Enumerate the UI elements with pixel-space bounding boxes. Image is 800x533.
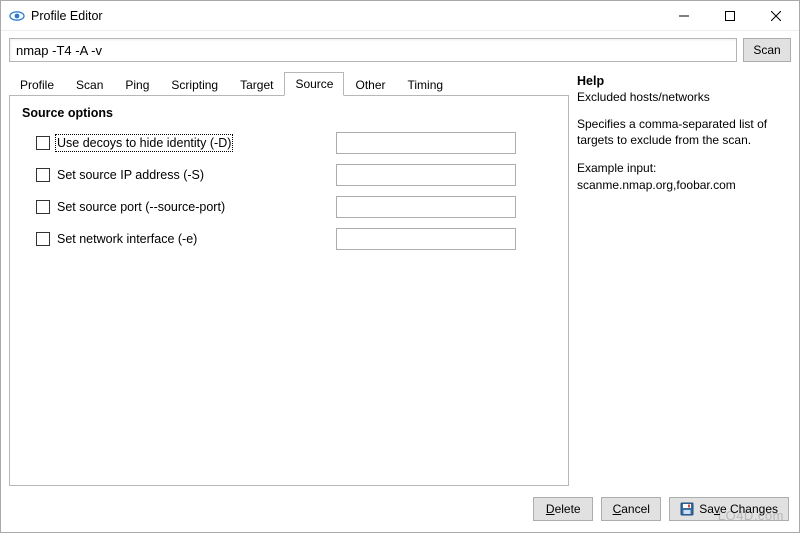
tab-timing[interactable]: Timing [397,73,455,96]
tab-scripting[interactable]: Scripting [160,73,229,96]
input-srcport[interactable] [336,196,516,218]
footer: Delete Cancel Save Changes [1,494,799,532]
left-column: Profile Scan Ping Scripting Target Sourc… [9,70,569,486]
help-example-label: Example input: [577,161,656,175]
checkbox-label-decoys[interactable]: Use decoys to hide identity (-D) [57,136,231,150]
option-row-srcport: Set source port (--source-port) [36,196,556,218]
tab-strip: Profile Scan Ping Scripting Target Sourc… [9,70,569,95]
close-button[interactable] [753,1,799,31]
tab-pane-source: Source options Use decoys to hide identi… [9,95,569,486]
option-row-srcip: Set source IP address (-S) [36,164,556,186]
input-iface[interactable] [336,228,516,250]
help-example-value: scanme.nmap.org,foobar.com [577,178,736,192]
save-icon [680,502,694,516]
option-row-decoys: Use decoys to hide identity (-D) [36,132,556,154]
titlebar: Profile Editor [1,1,799,31]
app-eye-icon [9,8,25,24]
help-description: Specifies a comma-separated list of targ… [577,116,791,148]
input-srcip[interactable] [336,164,516,186]
help-title: Help [577,74,791,88]
maximize-button[interactable] [707,1,753,31]
section-title: Source options [22,106,556,120]
save-button-label: Save Changes [699,502,778,516]
cancel-button-label: Cancel [613,502,650,516]
tab-scan[interactable]: Scan [65,73,114,96]
checkbox-label-srcport[interactable]: Set source port (--source-port) [57,200,225,214]
minimize-button[interactable] [661,1,707,31]
help-panel: Help Excluded hosts/networks Specifies a… [577,70,791,486]
profile-editor-window: Profile Editor Scan Profile Scan Ping S [0,0,800,533]
option-row-iface: Set network interface (-e) [36,228,556,250]
help-subtitle: Excluded hosts/networks [577,90,791,104]
scan-button[interactable]: Scan [743,38,791,62]
checkbox-srcport[interactable] [36,200,50,214]
save-changes-button[interactable]: Save Changes [669,497,789,521]
cancel-button[interactable]: Cancel [601,497,661,521]
command-input[interactable] [9,38,737,62]
body: Profile Scan Ping Scripting Target Sourc… [1,70,799,494]
scan-button-label: Scan [753,43,780,57]
tab-source[interactable]: Source [284,72,344,96]
delete-button[interactable]: Delete [533,497,593,521]
checkbox-label-srcip[interactable]: Set source IP address (-S) [57,168,204,182]
help-example: Example input: scanme.nmap.org,foobar.co… [577,160,791,192]
checkbox-iface[interactable] [36,232,50,246]
input-decoys[interactable] [336,132,516,154]
tab-target[interactable]: Target [229,73,284,96]
window-title: Profile Editor [31,9,103,23]
delete-button-label: Delete [546,502,581,516]
checkbox-decoys[interactable] [36,136,50,150]
tab-profile[interactable]: Profile [9,73,65,96]
checkbox-label-iface[interactable]: Set network interface (-e) [57,232,197,246]
tab-ping[interactable]: Ping [114,73,160,96]
tab-other[interactable]: Other [344,73,396,96]
command-row: Scan [1,31,799,70]
checkbox-srcip[interactable] [36,168,50,182]
